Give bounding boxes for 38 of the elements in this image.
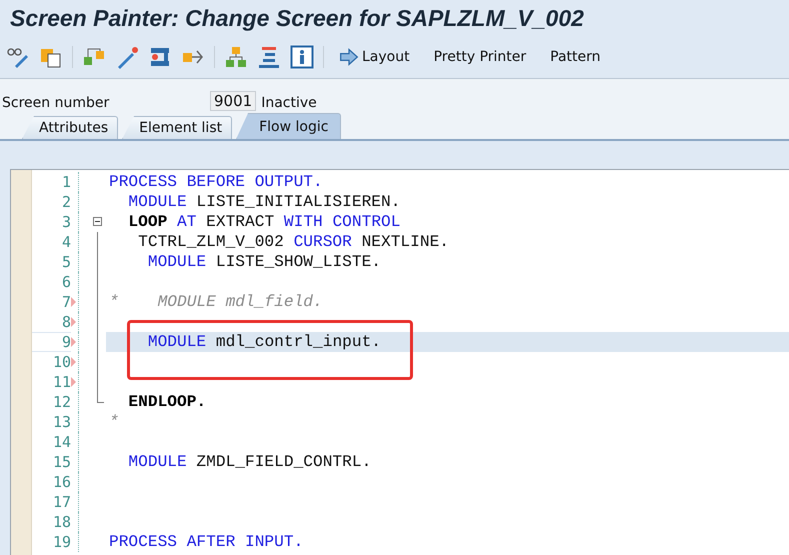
toolbar-button[interactable]: Pattern xyxy=(544,47,607,67)
code-token: TCTRL_ZLM_V_002 xyxy=(137,233,284,251)
screen-number-field[interactable]: 9001 xyxy=(210,91,256,111)
code-token: AT xyxy=(176,213,196,231)
code-token: ENDLOOP. xyxy=(127,393,206,411)
line-number: 9 xyxy=(32,333,71,351)
arrow-icon xyxy=(339,47,359,67)
code-token: ZMDL_FIELD_CONTRL. xyxy=(195,453,372,471)
code-token: LISTE_INITIALISIEREN. xyxy=(195,193,400,211)
code-comment: * xyxy=(109,413,119,431)
info-icon[interactable] xyxy=(290,45,314,69)
code-token: MODULE xyxy=(146,253,206,271)
layout-button[interactable]: Layout xyxy=(333,45,416,69)
code-token: NEXTLINE. xyxy=(360,233,450,251)
tab[interactable]: Attributes xyxy=(22,116,118,139)
code-token: WITH CONTROL xyxy=(282,213,400,231)
code-token: MODULE xyxy=(127,453,187,471)
code-token: LOOP xyxy=(127,213,168,231)
screen-number-label: Screen number xyxy=(1,95,110,111)
code-token: MODULE xyxy=(127,193,187,211)
code-token: MODULE xyxy=(146,333,206,351)
tab[interactable]: Element list xyxy=(122,116,232,139)
code-token: PROCESS AFTER INPUT. xyxy=(109,533,304,551)
hierarchy-icon[interactable] xyxy=(224,45,248,69)
tab[interactable]: Flow logic xyxy=(236,113,342,139)
code-token: EXTRACT xyxy=(205,213,274,231)
toolbar-button[interactable]: Pretty Printer xyxy=(428,47,532,67)
code-token: PROCESS BEFORE OUTPUT. xyxy=(109,173,323,191)
status-text: Inactive xyxy=(261,95,317,111)
collapse-icon[interactable] xyxy=(93,217,102,226)
code-token: LISTE_SHOW_LISTE. xyxy=(214,253,382,271)
code-token: CURSOR xyxy=(292,233,352,251)
code-comment: * MODULE mdl_field. xyxy=(109,293,323,311)
window-title: Screen Painter: Change Screen for SAPLZLM_V_002 xyxy=(10,4,584,32)
code-token: mdl_contrl_input. xyxy=(214,333,382,351)
clamp-icon[interactable] xyxy=(148,45,172,69)
stacked-bars-icon[interactable] xyxy=(257,45,281,69)
code-editor[interactable] xyxy=(10,169,789,555)
